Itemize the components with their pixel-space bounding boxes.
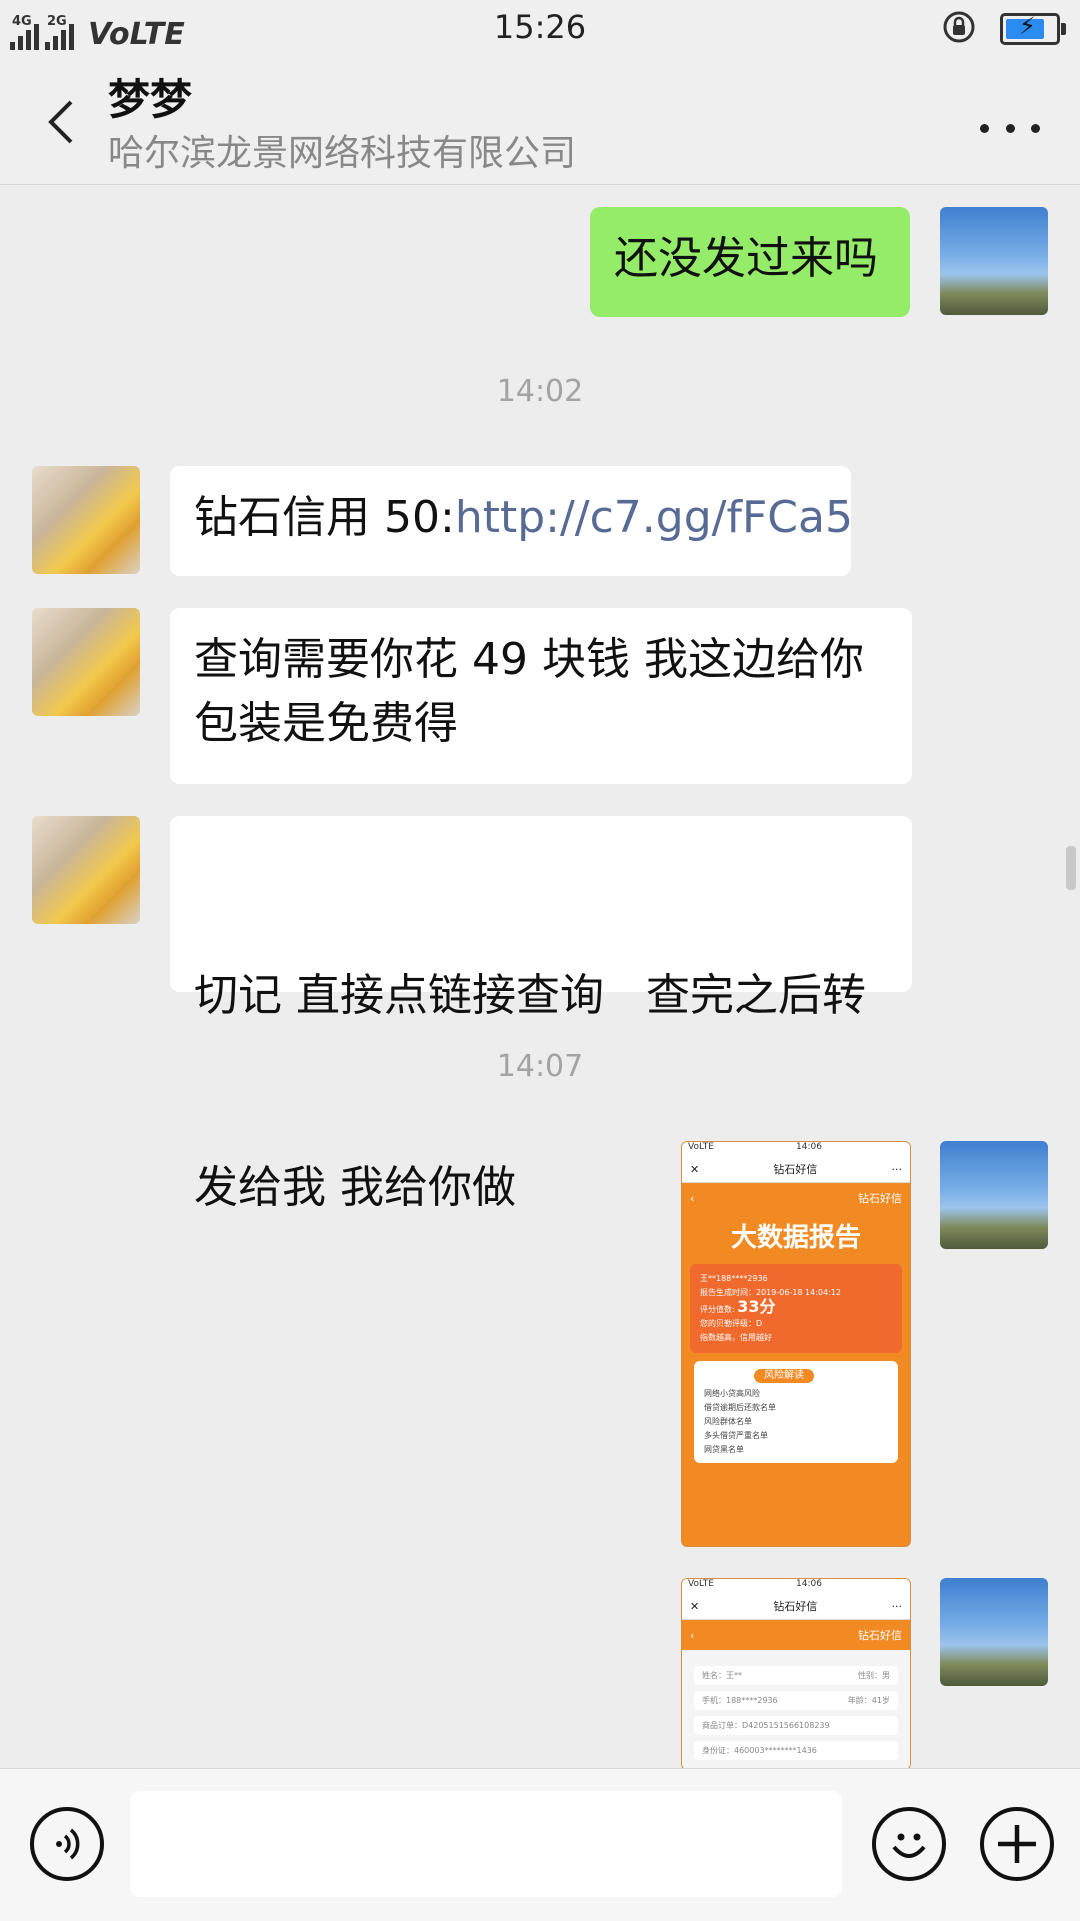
battery-icon: ⚡ xyxy=(1000,12,1066,45)
thumb-field-row: 姓名：王** 性别：男 xyxy=(694,1666,898,1685)
message-input[interactable] xyxy=(130,1791,842,1897)
self-avatar[interactable] xyxy=(940,207,1048,315)
status-bar: 4G 2G VoLTE 15:26 ⚡ xyxy=(0,0,1080,56)
thumb-field: 姓名：王** xyxy=(702,1671,742,1680)
more-dot-icon xyxy=(980,123,989,133)
thumb-field-row: 商品订单：D4205151566108239 xyxy=(694,1716,898,1735)
thumb-card-line: 指数越高，信用越好 xyxy=(700,1333,772,1342)
add-button[interactable] xyxy=(980,1807,1054,1881)
thumb-card-line: 报告生成时间：2019-06-18 14:04:12 xyxy=(700,1288,841,1297)
message-bubble[interactable]: 还没发过来吗 xyxy=(590,207,910,317)
back-button[interactable] xyxy=(30,92,90,152)
thumb-time: 14:06 xyxy=(796,1579,822,1589)
thumb-field: 年龄：41岁 xyxy=(847,1696,890,1705)
thumb-back-icon: ‹ xyxy=(690,1191,695,1205)
input-bar xyxy=(0,1768,1080,1921)
peer-avatar[interactable] xyxy=(32,608,140,716)
thumb-field: 性别：男 xyxy=(858,1671,890,1680)
plus-icon xyxy=(998,1825,1036,1863)
message-bubble[interactable]: 切记 直接点链接查询 查完之后转 发给我 我给你做 xyxy=(170,816,912,1213)
thumb-brand: 钻石好信 xyxy=(858,1629,902,1642)
message-line: 切记 直接点链接查询 查完之后转 xyxy=(194,970,866,1021)
self-avatar[interactable] xyxy=(940,1141,1048,1249)
thumb-pill: 风险解读 xyxy=(754,1369,814,1383)
thumb-score-label: 评分值数: xyxy=(700,1305,735,1314)
contact-company: 哈尔滨龙景网络科技有限公司 xyxy=(108,133,577,174)
thumb-header: ✕ 钻石好信 ··· xyxy=(682,1156,910,1183)
more-dot-icon xyxy=(1005,123,1015,133)
timestamp: 14:02 xyxy=(496,374,584,409)
thumb-risk-item: 多头借贷严重名单 xyxy=(704,1431,768,1440)
status-time: 15:26 xyxy=(493,8,587,46)
thumb-title: 钻石好信 xyxy=(773,1163,818,1176)
thumb-card-line: 您的贝勒评级：D xyxy=(700,1319,763,1328)
thumb-nav: ‹ 钻石好信 xyxy=(682,1620,910,1650)
more-dot-icon xyxy=(1031,123,1040,133)
thumb-score: 33分 xyxy=(737,1297,776,1316)
image-thumbnail[interactable]: VoLTE 14:06 ✕ 钻石好信 ··· ‹ 钻石好信 姓名：王** 性别：男 手机：… xyxy=(681,1578,911,1770)
emoji-icon xyxy=(892,1833,926,1858)
voice-button[interactable] xyxy=(30,1807,104,1881)
image-thumbnail[interactable]: VoLTE 14:06 ✕ 钻石好信 ··· ‹ 钻石好信 大数据报告 王**188**… xyxy=(681,1141,911,1547)
thumb-back-icon: ‹ xyxy=(690,1628,695,1642)
message-link[interactable]: http://c7.gg/fFCa5 xyxy=(455,492,853,543)
thumb-banner: 大数据报告 xyxy=(730,1223,861,1253)
message-bubble[interactable]: 查询需要你花 49 块钱 我这边给你 包装是免费得 xyxy=(170,608,912,784)
thumb-risk-item: 风险群体名单 xyxy=(704,1417,752,1426)
thumb-close-icon: ✕ xyxy=(690,1599,700,1613)
thumb-field: 商品订单：D4205151566108239 xyxy=(702,1721,830,1730)
thumb-status: VoLTE xyxy=(688,1579,714,1589)
timestamp: 14:07 xyxy=(496,1049,584,1084)
message-text: 钻石信用 50: xyxy=(194,492,455,543)
thumb-header: ✕ 钻石好信 ··· xyxy=(682,1593,910,1620)
voice-icon xyxy=(56,1828,80,1860)
thumb-risk-panel: 风险解读 网络小贷高风险 借贷逾期后还款名单 风险群体名单 多头借贷严重名单 网… xyxy=(694,1361,898,1463)
thumb-brand: 钻石好信 xyxy=(858,1192,902,1205)
thumb-field: 手机：188****2936 xyxy=(702,1696,778,1705)
thumb-status: VoLTE xyxy=(688,1142,714,1152)
thumb-status-bar: VoLTE 14:06 xyxy=(682,1142,910,1156)
thumb-card-line: 王**188****2936 xyxy=(700,1274,768,1283)
peer-avatar[interactable] xyxy=(32,466,140,574)
thumb-status-bar: VoLTE 14:06 xyxy=(682,1579,910,1593)
peer-avatar[interactable] xyxy=(32,816,140,924)
scroll-indicator[interactable] xyxy=(1066,846,1076,890)
thumb-report-card: 王**188****2936 报告生成时间：2019-06-18 14:04:1… xyxy=(690,1264,902,1353)
thumb-close-icon: ✕ xyxy=(690,1162,700,1176)
thumb-more-icon: ··· xyxy=(891,1599,903,1613)
thumb-nav: ‹ 钻石好信 xyxy=(682,1183,910,1213)
message-line: 查询需要你花 49 块钱 我这边给你 xyxy=(194,634,864,685)
message-line: 包装是免费得 xyxy=(194,698,458,749)
message-bubble[interactable]: 钻石信用 50:http://c7.gg/fFCa5 xyxy=(170,466,853,576)
emoji-button[interactable] xyxy=(872,1807,946,1881)
thumb-more-icon: ··· xyxy=(891,1162,903,1176)
thumb-risk-item: 借贷逾期后还款名单 xyxy=(704,1403,776,1412)
thumb-field-row: 手机：188****2936 年龄：41岁 xyxy=(694,1691,898,1710)
thumb-title: 钻石好信 xyxy=(773,1600,818,1613)
thumb-risk-item: 网络小贷高风险 xyxy=(704,1389,760,1398)
thumb-field-row: 身份证：460003********1436 xyxy=(694,1741,898,1760)
thumb-time: 14:06 xyxy=(796,1142,822,1152)
rotation-lock-icon xyxy=(942,10,976,48)
chat-header: 梦梦 哈尔滨龙景网络科技有限公司 xyxy=(0,56,1080,185)
contact-name: 梦梦 xyxy=(108,75,193,124)
thumb-risk-item: 网贷黑名单 xyxy=(704,1445,744,1454)
self-avatar[interactable] xyxy=(940,1578,1048,1686)
chevron-left-icon xyxy=(48,100,73,144)
more-options-button[interactable] xyxy=(980,108,1040,148)
thumb-field: 身份证：460003********1436 xyxy=(702,1746,817,1755)
